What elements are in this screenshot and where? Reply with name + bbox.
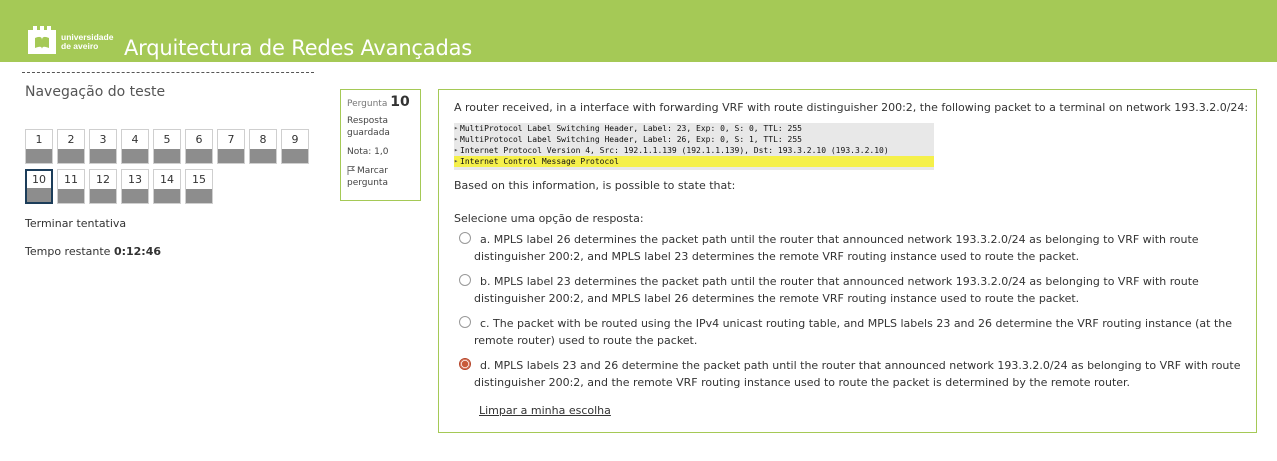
answer-radio-b[interactable] bbox=[459, 274, 471, 286]
packet-line: MultiProtocol Label Switching Header, La… bbox=[454, 123, 934, 134]
question-status-line1: Resposta bbox=[347, 116, 389, 126]
site-header: universidade de aveiro Arquitectura de R… bbox=[0, 0, 1277, 62]
question-status: Resposta guardada bbox=[347, 115, 414, 139]
answer-radio-c[interactable] bbox=[459, 316, 471, 328]
question-nav-button-9[interactable]: 9 bbox=[281, 129, 309, 164]
flag-icon bbox=[347, 166, 355, 175]
quiz-navigation-title: Navegação do teste bbox=[25, 84, 166, 100]
question-grade: Nota: 1,0 bbox=[347, 147, 389, 157]
question-number-value: 10 bbox=[390, 94, 410, 110]
question-nav-number: 14 bbox=[160, 173, 174, 186]
question-nav-button-6[interactable]: 6 bbox=[185, 129, 213, 164]
answered-indicator bbox=[282, 149, 308, 163]
question-nav-button-15[interactable]: 15 bbox=[185, 169, 213, 204]
question-nav-button-1[interactable]: 1 bbox=[25, 129, 53, 164]
time-remaining-label: Tempo restante bbox=[25, 245, 111, 258]
time-remaining: Tempo restante 0:12:46 bbox=[25, 245, 161, 258]
question-info-box: Pergunta 10 Resposta guardada Nota: 1,0 … bbox=[340, 89, 421, 201]
question-nav-number: 2 bbox=[67, 133, 75, 146]
question-nav-number: 8 bbox=[259, 133, 267, 146]
clear-choice-link[interactable]: Limpar a minha escolha bbox=[479, 404, 611, 417]
answered-indicator bbox=[90, 189, 116, 203]
question-nav-number: 6 bbox=[195, 133, 203, 146]
flag-question-link[interactable]: Marcar pergunta bbox=[347, 165, 414, 189]
question-text: A router received, in a interface with f… bbox=[454, 101, 1249, 114]
answered-indicator bbox=[122, 149, 148, 163]
answer-text-a[interactable]: a. MPLS label 26 determines the packet p… bbox=[474, 231, 1249, 265]
university-name: universidade de aveiro bbox=[61, 33, 113, 51]
answered-indicator bbox=[27, 188, 51, 202]
answered-indicator bbox=[26, 149, 52, 163]
answer-text-d[interactable]: d. MPLS labels 23 and 26 determine the p… bbox=[474, 357, 1249, 391]
packet-line: Internet Protocol Version 4, Src: 192.1.… bbox=[454, 145, 934, 156]
answered-indicator bbox=[250, 149, 276, 163]
question-nav-button-3[interactable]: 3 bbox=[89, 129, 117, 164]
flag-question-line2: pergunta bbox=[347, 178, 388, 188]
question-nav-number: 13 bbox=[128, 173, 142, 186]
question-nav-button-7[interactable]: 7 bbox=[217, 129, 245, 164]
course-title[interactable]: Arquitectura de Redes Avançadas bbox=[124, 36, 472, 60]
question-nav-button-2[interactable]: 2 bbox=[57, 129, 85, 164]
question-nav-button-8[interactable]: 8 bbox=[249, 129, 277, 164]
question-nav-number: 1 bbox=[35, 133, 43, 146]
question-nav-button-5[interactable]: 5 bbox=[153, 129, 181, 164]
answered-indicator bbox=[90, 149, 116, 163]
question-nav-button-4[interactable]: 4 bbox=[121, 129, 149, 164]
question-nav-number: 11 bbox=[64, 173, 78, 186]
question-nav-number: 4 bbox=[131, 133, 139, 146]
answer-radio-a[interactable] bbox=[459, 232, 471, 244]
question-nav-number: 3 bbox=[99, 133, 107, 146]
question-nav-button-13[interactable]: 13 bbox=[121, 169, 149, 204]
question-nav-button-12[interactable]: 12 bbox=[89, 169, 117, 204]
packet-capture: MultiProtocol Label Switching Header, La… bbox=[454, 123, 934, 170]
answered-indicator bbox=[154, 149, 180, 163]
finish-attempt-link[interactable]: Terminar tentativa bbox=[25, 217, 126, 230]
answered-indicator bbox=[58, 189, 84, 203]
question-nav-button-11[interactable]: 11 bbox=[57, 169, 85, 204]
question-number: Pergunta 10 bbox=[347, 94, 414, 110]
question-content: A router received, in a interface with f… bbox=[438, 89, 1257, 433]
flag-question-line1: Marcar bbox=[357, 166, 388, 176]
answer-radio-d[interactable] bbox=[459, 358, 471, 370]
answered-indicator bbox=[186, 149, 212, 163]
question-nav-number: 5 bbox=[163, 133, 171, 146]
question-number-label: Pergunta bbox=[347, 99, 388, 109]
answer-text-c[interactable]: c. The packet with be routed using the I… bbox=[474, 315, 1249, 349]
university-logo-icon[interactable] bbox=[28, 26, 56, 54]
answered-indicator bbox=[218, 149, 244, 163]
packet-line: MultiProtocol Label Switching Header, La… bbox=[454, 134, 934, 145]
question-nav-number: 9 bbox=[291, 133, 299, 146]
question-nav-number: 12 bbox=[96, 173, 110, 186]
time-remaining-value: 0:12:46 bbox=[113, 245, 162, 258]
question-nav-number: 7 bbox=[227, 133, 235, 146]
question-nav-button-14[interactable]: 14 bbox=[153, 169, 181, 204]
answered-indicator bbox=[186, 189, 212, 203]
packet-line-highlighted: Internet Control Message Protocol bbox=[454, 156, 934, 167]
question-nav-number: 10 bbox=[32, 173, 46, 186]
nav-divider bbox=[22, 72, 314, 73]
answered-indicator bbox=[154, 189, 180, 203]
university-name-line2: de aveiro bbox=[61, 41, 99, 51]
answer-prompt: Selecione uma opção de resposta: bbox=[454, 212, 644, 225]
question-nav-button-10[interactable]: 10 bbox=[25, 169, 53, 204]
answered-indicator bbox=[122, 189, 148, 203]
answer-text-b[interactable]: b. MPLS label 23 determines the packet p… bbox=[474, 273, 1249, 307]
question-status-line2: guardada bbox=[347, 128, 390, 138]
question-nav-number: 15 bbox=[192, 173, 206, 186]
answered-indicator bbox=[58, 149, 84, 163]
question-statement: Based on this information, is possible t… bbox=[454, 179, 736, 192]
